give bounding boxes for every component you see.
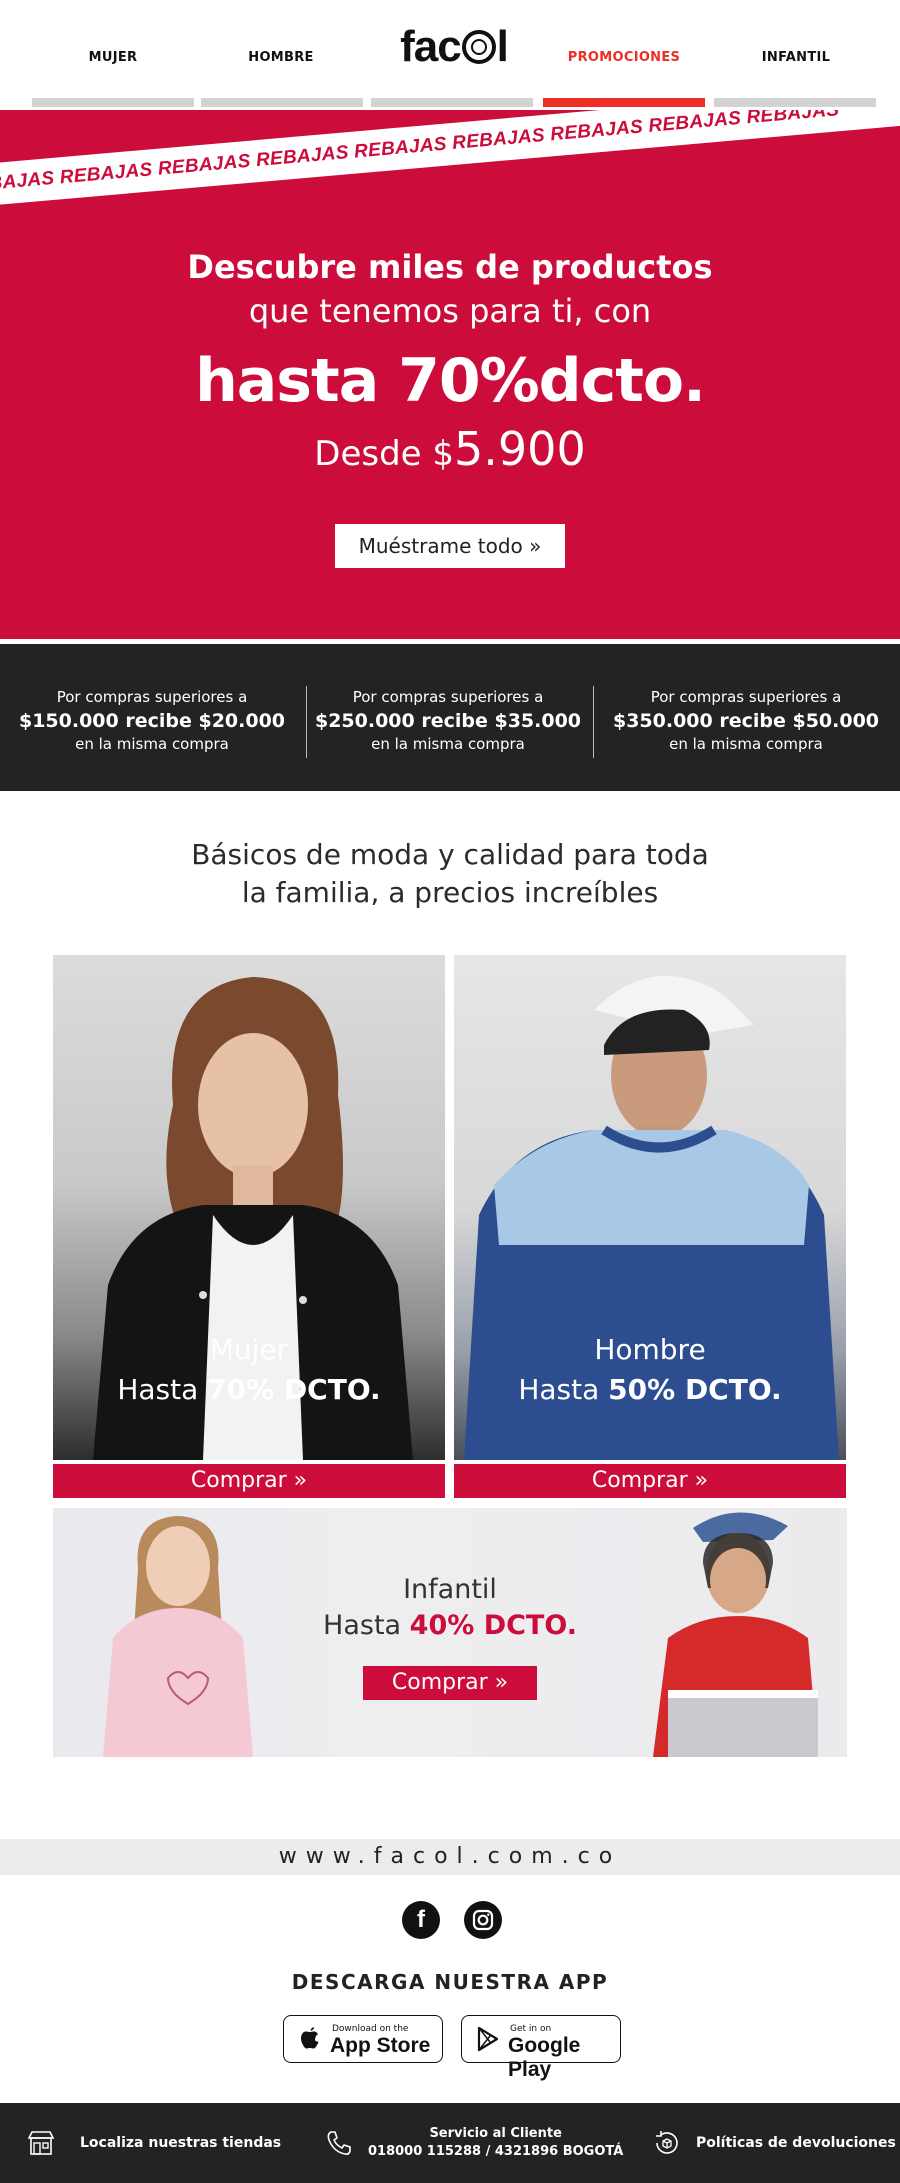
section-heading-line-1: Básicos de moda y calidad para toda <box>191 838 709 871</box>
promo-divider <box>593 686 594 758</box>
nav-item-infantil[interactable]: INFANTIL <box>716 50 876 65</box>
nav-underline-promociones <box>543 98 705 107</box>
promo-tier-2-note: en la misma compra <box>371 735 525 753</box>
customer-service-phone: 018000 115288 / 4321896 BOGOTÁ <box>368 2144 624 2159</box>
hero-price-prefix: Desde $ <box>314 434 455 474</box>
promo-tier-3-offer: $350.000 recibe $50.000 <box>612 710 880 732</box>
top-nav: MUJER HOMBRE fac l PROMOCIONES INFANTIL <box>0 0 900 110</box>
mujer-discount-value: 70% DCTO. <box>207 1373 381 1406</box>
instagram-icon[interactable] <box>464 1901 502 1939</box>
download-app-title: DESCARGA NUESTRA APP <box>291 1970 609 1994</box>
nav-underline-hombre <box>201 98 363 107</box>
store-icon <box>27 2131 55 2155</box>
hero-line-1: Descubre miles de productos <box>187 248 713 286</box>
promo-tier-1-offer: $150.000 recibe $20.000 <box>18 710 286 732</box>
app-store-caption: Download on the <box>332 2024 409 2034</box>
ribbon-text: REBAJAS REBAJAS REBAJAS REBAJAS REBAJAS … <box>0 110 841 197</box>
promo-tier-1-intro: Por compras superiores a <box>56 688 248 706</box>
hero-price: Desde $5.900 <box>0 422 900 476</box>
hombre-discount-prefix: Hasta <box>518 1373 609 1406</box>
hero-price-value: 5.900 <box>454 422 586 476</box>
nav-underline-logo <box>371 98 533 107</box>
returns-policy-label: Políticas de devoluciones <box>696 2135 896 2151</box>
customer-service-link[interactable]: Servicio al Cliente 018000 115288 / 4321… <box>324 2103 623 2183</box>
hero-divider <box>0 639 900 642</box>
promo-tier-1-note: en la misma compra <box>75 735 229 753</box>
promo-tier-2-intro: Por compras superiores a <box>352 688 544 706</box>
promo-tier-1: Por compras superiores a $150.000 recibe… <box>2 688 302 753</box>
promo-tier-3-note: en la misma compra <box>669 735 823 753</box>
google-play-icon <box>477 2026 499 2052</box>
customer-service-title: Servicio al Cliente <box>429 2126 562 2141</box>
google-play-label: Google Play <box>508 2034 581 2081</box>
customer-service-text: Servicio al Cliente 018000 115288 / 4321… <box>368 2125 623 2161</box>
email-page: MUJER HOMBRE fac l PROMOCIONES INFANTIL R… <box>0 0 900 2183</box>
instagram-glyph <box>472 1909 494 1931</box>
hombre-card-discount: Hasta 50% DCTO. <box>454 1373 846 1406</box>
google-play-caption: Get in on <box>510 2024 552 2034</box>
infantil-discount-value: 40% DCTO. <box>409 1610 577 1641</box>
hombre-discount-value: 50% DCTO. <box>608 1373 782 1406</box>
website-url-link[interactable]: www.facol.com.co <box>0 1839 900 1875</box>
phone-icon <box>327 2131 351 2155</box>
hero-discount: hasta 70%dcto. <box>195 346 706 416</box>
nav-underline-mujer <box>32 98 194 107</box>
hombre-buy-button[interactable]: Comprar » <box>454 1464 846 1498</box>
app-store-label: App Store <box>330 2034 431 2057</box>
nav-item-hombre[interactable]: HOMBRE <box>201 50 361 65</box>
mujer-card-discount: Hasta 70% DCTO. <box>53 1373 445 1406</box>
facebook-icon[interactable]: f <box>402 1901 440 1939</box>
footer-bar: Localiza nuestras tiendas Servicio al Cl… <box>0 2103 900 2183</box>
hombre-card-title: Hombre <box>594 1333 706 1366</box>
promo-strip: Por compras superiores a $150.000 recibe… <box>0 644 900 791</box>
promo-tier-3: Por compras superiores a $350.000 recibe… <box>596 688 896 753</box>
promo-tier-2: Por compras superiores a $250.000 recibe… <box>298 688 598 753</box>
facol-logo[interactable]: fac l <box>392 22 516 72</box>
store-locator-link[interactable]: Localiza nuestras tiendas <box>26 2103 281 2183</box>
app-store-button[interactable]: Download on the App Store <box>283 2015 443 2063</box>
mujer-buy-button[interactable]: Comprar » <box>53 1464 445 1498</box>
mujer-card[interactable]: Mujer Hasta 70% DCTO. <box>53 955 445 1460</box>
nav-item-promociones[interactable]: PROMOCIONES <box>544 50 704 65</box>
logo-text-post: l <box>496 22 509 71</box>
mujer-card-title: Mujer <box>209 1333 289 1366</box>
section-heading: Básicos de moda y calidad para toda la f… <box>0 836 900 912</box>
section-heading-line-2: la familia, a precios increíbles <box>241 876 659 909</box>
nav-underline-infantil <box>714 98 876 107</box>
apple-icon <box>301 2027 319 2049</box>
returns-policy-link[interactable]: Políticas de devoluciones <box>652 2103 896 2183</box>
nav-item-mujer[interactable]: MUJER <box>33 50 193 65</box>
hero-line-2: que tenemos para ti, con <box>248 292 652 330</box>
returns-icon <box>656 2131 678 2154</box>
infantil-discount: Hasta 40% DCTO. <box>53 1610 847 1641</box>
show-all-button[interactable]: Muéstrame todo » <box>335 524 565 568</box>
promo-tier-2-offer: $250.000 recibe $35.000 <box>314 710 582 732</box>
google-play-button[interactable]: Get in on Google Play <box>461 2015 621 2081</box>
promo-tier-3-intro: Por compras superiores a <box>650 688 842 706</box>
infantil-discount-prefix: Hasta <box>323 1610 410 1641</box>
store-locator-label: Localiza nuestras tiendas <box>80 2135 282 2151</box>
logo-o-mark <box>461 30 496 64</box>
hero-banner: REBAJAS REBAJAS REBAJAS REBAJAS REBAJAS … <box>0 110 900 642</box>
infantil-buy-button[interactable]: Comprar » <box>363 1666 537 1700</box>
infantil-banner[interactable]: Infantil Hasta 40% DCTO. Comprar » <box>53 1508 847 1757</box>
hombre-card[interactable]: Hombre Hasta 50% DCTO. <box>454 955 846 1460</box>
logo-text-pre: fac <box>400 22 462 71</box>
infantil-title: Infantil <box>403 1574 497 1605</box>
rebajas-ribbon: REBAJAS REBAJAS REBAJAS REBAJAS REBAJAS … <box>0 110 900 208</box>
mujer-discount-prefix: Hasta <box>117 1373 208 1406</box>
